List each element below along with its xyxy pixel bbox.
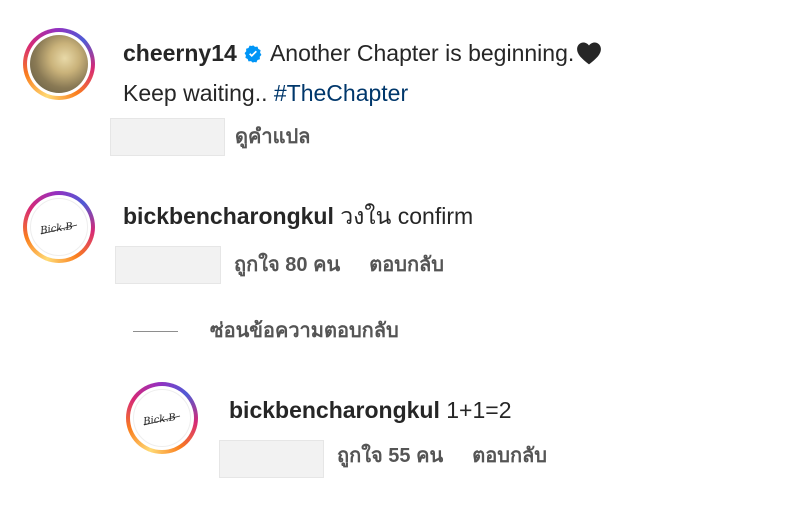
- reply-username[interactable]: bickbencharongkul: [229, 397, 440, 423]
- comment-likes[interactable]: ถูกใจ 80 คน: [234, 254, 340, 276]
- reply-likes[interactable]: ถูกใจ 55 คน: [337, 445, 443, 467]
- post-caption-line2: Keep waiting.. #TheChapter: [123, 78, 408, 108]
- signature-logo-icon: Bick.B: [39, 221, 78, 237]
- verified-badge-icon: [244, 45, 262, 63]
- reply-reply-button[interactable]: ตอบกลับ: [472, 445, 547, 467]
- reply-body: bickbencharongkul 1+1=2: [229, 395, 512, 425]
- bickb-logo: Bick.B: [30, 198, 88, 256]
- post-caption-line1: cheerny14 Another Chapter is beginning.: [123, 38, 602, 68]
- post-username[interactable]: cheerny14: [123, 40, 237, 66]
- comment-meta: ถูกใจ 80 คน ตอบกลับ: [234, 252, 444, 278]
- comment-avatar[interactable]: Bick.B: [23, 191, 95, 263]
- signature-logo-icon: Bick.B: [142, 412, 181, 428]
- comment-reply-button[interactable]: ตอบกลับ: [369, 254, 444, 276]
- svg-text:Bick.B: Bick.B: [142, 412, 177, 428]
- black-heart-icon: [577, 42, 602, 65]
- post-caption-text-2: Keep waiting..: [123, 80, 268, 106]
- replies-divider: [133, 331, 178, 332]
- comment-text: วงใน confirm: [340, 203, 474, 229]
- post-caption-text: Another Chapter is beginning.: [269, 40, 575, 66]
- post-avatar[interactable]: [23, 28, 95, 100]
- profile-photo: [30, 35, 88, 93]
- reply-avatar[interactable]: Bick.B: [126, 382, 198, 454]
- bickb-logo: Bick.B: [133, 389, 191, 447]
- reply-timestamp-placeholder: [219, 440, 324, 478]
- translate-link[interactable]: ดูคำแปล: [235, 124, 310, 150]
- hashtag-link[interactable]: #TheChapter: [274, 80, 408, 106]
- timestamp-placeholder: [110, 118, 225, 156]
- hide-replies-button[interactable]: ซ่อนข้อความตอบกลับ: [210, 318, 399, 344]
- comment-body: bickbencharongkul วงใน confirm: [123, 201, 473, 231]
- svg-text:Bick.B: Bick.B: [39, 221, 74, 237]
- reply-text: 1+1=2: [446, 397, 512, 423]
- reply-meta: ถูกใจ 55 คน ตอบกลับ: [337, 443, 547, 469]
- comment-timestamp-placeholder: [115, 246, 221, 284]
- comment-username[interactable]: bickbencharongkul: [123, 203, 334, 229]
